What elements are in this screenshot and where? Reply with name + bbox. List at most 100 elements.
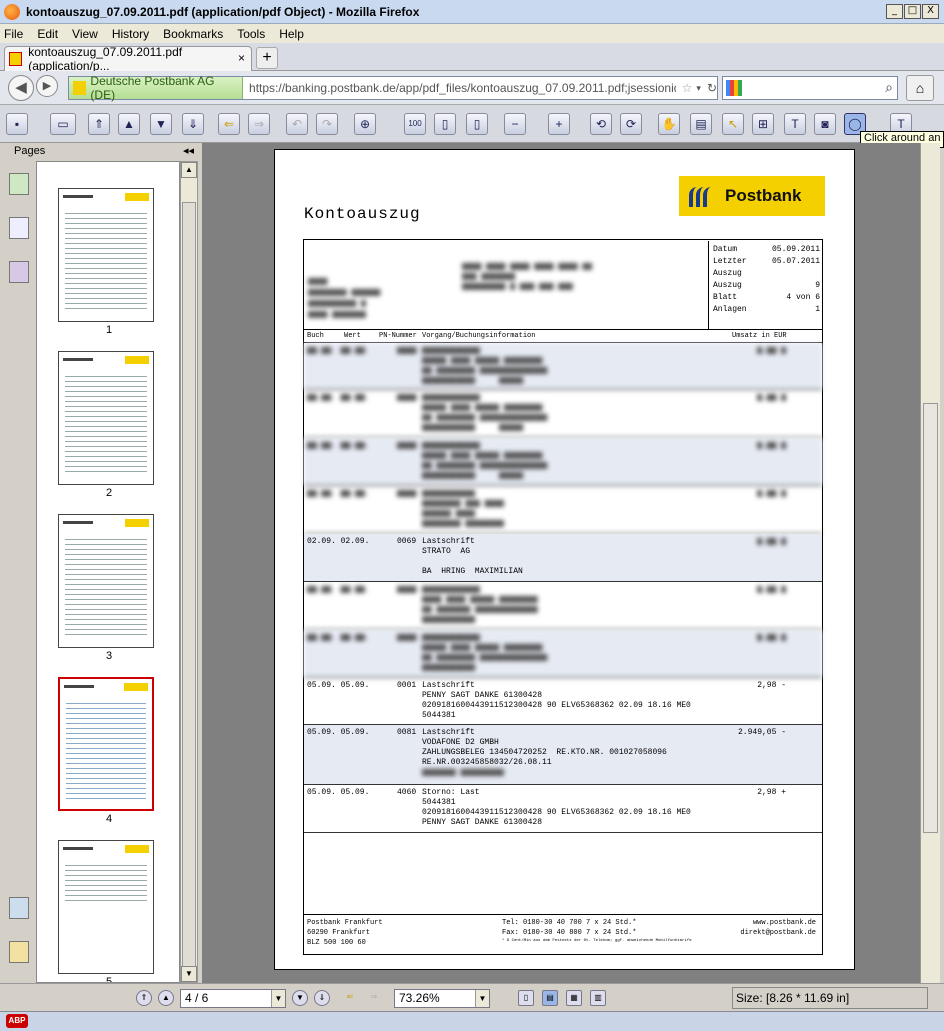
footer-email[interactable]: direkt@postbank.de (740, 928, 816, 938)
forward-button[interactable]: ▶ (36, 75, 58, 97)
menu-help[interactable]: Help (279, 27, 304, 41)
single-page-layout-icon[interactable]: ▯ (518, 990, 534, 1006)
text-select-icon[interactable]: T (784, 113, 806, 135)
rotate-ccw-icon[interactable]: ⟲ (590, 113, 612, 135)
facing-layout-icon[interactable]: ▦ (566, 990, 582, 1006)
zoom-icon[interactable]: ⊕ (354, 113, 376, 135)
site-identity[interactable]: Deutsche Postbank AG (DE) (69, 74, 244, 102)
info-value: 05.07.2011 (771, 257, 820, 266)
menu-edit[interactable]: Edit (37, 27, 58, 41)
first-page-icon[interactable]: ⇑ (88, 113, 110, 135)
attachments-panel-icon[interactable] (9, 941, 29, 963)
marquee-zoom-icon[interactable]: ▤ (690, 113, 712, 135)
zoom-selector[interactable]: 73.26% ▼ (394, 989, 490, 1008)
minimize-button[interactable]: _ (886, 4, 903, 19)
back-button[interactable]: ◀ (8, 75, 34, 101)
print-icon[interactable]: ▭ (50, 113, 76, 135)
menu-bookmarks[interactable]: Bookmarks (163, 27, 223, 41)
google-search-icon[interactable] (726, 80, 742, 96)
entry-amount: 2,98 + (757, 788, 786, 797)
page-thumbnail[interactable] (58, 188, 154, 322)
chevron-down-icon[interactable]: ▼ (475, 990, 489, 1007)
prev-page-icon[interactable]: ▲ (118, 113, 140, 135)
url-text[interactable]: https://banking.postbank.de/app/pdf_file… (243, 81, 676, 95)
bookmarks-panel-icon[interactable] (9, 173, 29, 195)
page-selector[interactable]: 4 / 6 ▼ (180, 989, 286, 1008)
forward-view-small-icon[interactable]: ⇒ (366, 990, 382, 1006)
actual-size-icon[interactable]: 100 (404, 113, 426, 135)
scroll-up-icon[interactable]: ▲ (181, 162, 197, 178)
col-buch: Buch (307, 332, 324, 340)
bookmark-star-icon[interactable]: ☆ (682, 81, 693, 95)
back-view-icon[interactable]: ⇐ (218, 113, 240, 135)
url-dropdown-icon[interactable]: ▾ (696, 83, 701, 94)
tab-pdf[interactable]: kontoauszug_07.09.2011.pdf (application/… (4, 45, 252, 73)
next-page-icon[interactable]: ▼ (150, 113, 172, 135)
redo-icon[interactable]: ↷ (316, 113, 338, 135)
document-scroll-thumb[interactable] (923, 403, 938, 833)
home-button[interactable]: ⌂ (906, 75, 934, 101)
thumbnail-number: 2 (105, 487, 113, 499)
page-thumbnail[interactable] (58, 514, 154, 648)
menu-file[interactable]: File (4, 27, 23, 41)
page-thumbnail[interactable] (58, 840, 154, 974)
entry-dates: 05.09. 05.09. (307, 681, 370, 690)
hand-tool-icon[interactable]: ✋ (658, 113, 680, 135)
zoom-out-icon[interactable]: − (504, 113, 526, 135)
menu-view[interactable]: View (72, 27, 98, 41)
footer-line: 60290 Frankfurt (307, 929, 371, 937)
scroll-down-icon[interactable]: ▼ (181, 966, 197, 982)
select-tool-icon[interactable]: ↖ (722, 113, 744, 135)
close-window-button[interactable]: X (922, 4, 939, 19)
undo-icon[interactable]: ↶ (286, 113, 308, 135)
page-thumbnail-selected[interactable] (58, 677, 154, 811)
continuous-layout-icon[interactable]: ▤ (542, 990, 558, 1006)
chevron-down-icon[interactable]: ▼ (271, 990, 285, 1007)
last-page-small-icon[interactable]: ⇓ (314, 990, 330, 1006)
thumbnail-number: 3 (105, 650, 113, 662)
comments-panel-icon[interactable] (9, 897, 29, 919)
fit-page-icon[interactable]: ▯ (434, 113, 456, 135)
maximize-button[interactable]: □ (904, 4, 921, 19)
fit-width-icon[interactable]: ▯ (466, 113, 488, 135)
url-bar[interactable]: Deutsche Postbank AG (DE) https://bankin… (68, 74, 718, 102)
pages-panel-icon[interactable] (9, 217, 29, 239)
zoom-in-icon[interactable]: + (548, 113, 570, 135)
reload-icon[interactable]: ↻ (707, 81, 717, 95)
menu-history[interactable]: History (112, 27, 149, 41)
find-icon[interactable]: ⊞ (752, 113, 774, 135)
menu-tools[interactable]: Tools (237, 27, 265, 41)
entry-dates: 05.09. 05.09. (307, 788, 370, 797)
continuous-facing-layout-icon[interactable]: ▥ (590, 990, 606, 1006)
tab-close-icon[interactable]: × (238, 51, 245, 65)
search-input[interactable]: ⌕ (722, 76, 898, 100)
footer-link[interactable]: www.postbank.de (740, 918, 816, 928)
collapse-sidebar-icon[interactable]: ◂◂ (183, 143, 194, 159)
col-vorgang: Vorgang/Buchungsinformation (422, 332, 536, 340)
next-page-small-icon[interactable]: ▼ (292, 990, 308, 1006)
prev-page-small-icon[interactable]: ▲ (158, 990, 174, 1006)
magnifier-icon[interactable]: ⌕ (885, 79, 893, 96)
adblock-plus-icon[interactable]: ABP (6, 1014, 28, 1028)
sidebar-title: Pages (14, 145, 46, 157)
rotate-cw-icon[interactable]: ⟳ (620, 113, 642, 135)
page-thumbnail[interactable] (58, 351, 154, 485)
pdf-page: Kontoauszug Postbank ▆▆▆▆ ▆▆▆▆▆▆▆▆ ▆▆▆▆▆▆… (274, 149, 855, 970)
layers-panel-icon[interactable] (9, 261, 29, 283)
forward-view-icon[interactable]: ⇒ (248, 113, 270, 135)
new-tab-button[interactable]: + (256, 47, 278, 69)
back-view-small-icon[interactable]: ⇐ (342, 990, 358, 1006)
document-scrollbar[interactable] (920, 143, 940, 983)
thumbnail-number: 1 (105, 324, 113, 336)
last-page-icon[interactable]: ⇓ (182, 113, 204, 135)
table-row-redacted: ▆▆.▆▆. ▆▆.▆▆. ▆▆▆▆ ▆▆▆▆▆▆▆▆▆▆▆▆ ▆▆▆▆▆ ▆▆▆▆… (304, 343, 822, 390)
footer-line: BLZ 500 100 60 (307, 939, 366, 947)
statement-table: ▆▆▆▆ ▆▆▆▆▆▆▆▆ ▆▆▆▆▆▆ ▆▆▆▆▆▆▆▆▆▆ ▆ ▆▆▆▆ ▆▆▆▆… (303, 239, 823, 955)
snapshot-icon[interactable]: ◙ (814, 113, 836, 135)
sidebar-scrollbar[interactable]: ▲ ▼ (180, 161, 198, 983)
save-icon[interactable]: ▪ (6, 113, 28, 135)
first-page-small-icon[interactable]: ⇑ (136, 990, 152, 1006)
scroll-thumb[interactable] (182, 202, 196, 982)
info-row: Auszug 9 (709, 280, 824, 292)
table-row: 05.09. 05.09. 0001 Lastschrift PENNY SAG… (304, 678, 822, 725)
